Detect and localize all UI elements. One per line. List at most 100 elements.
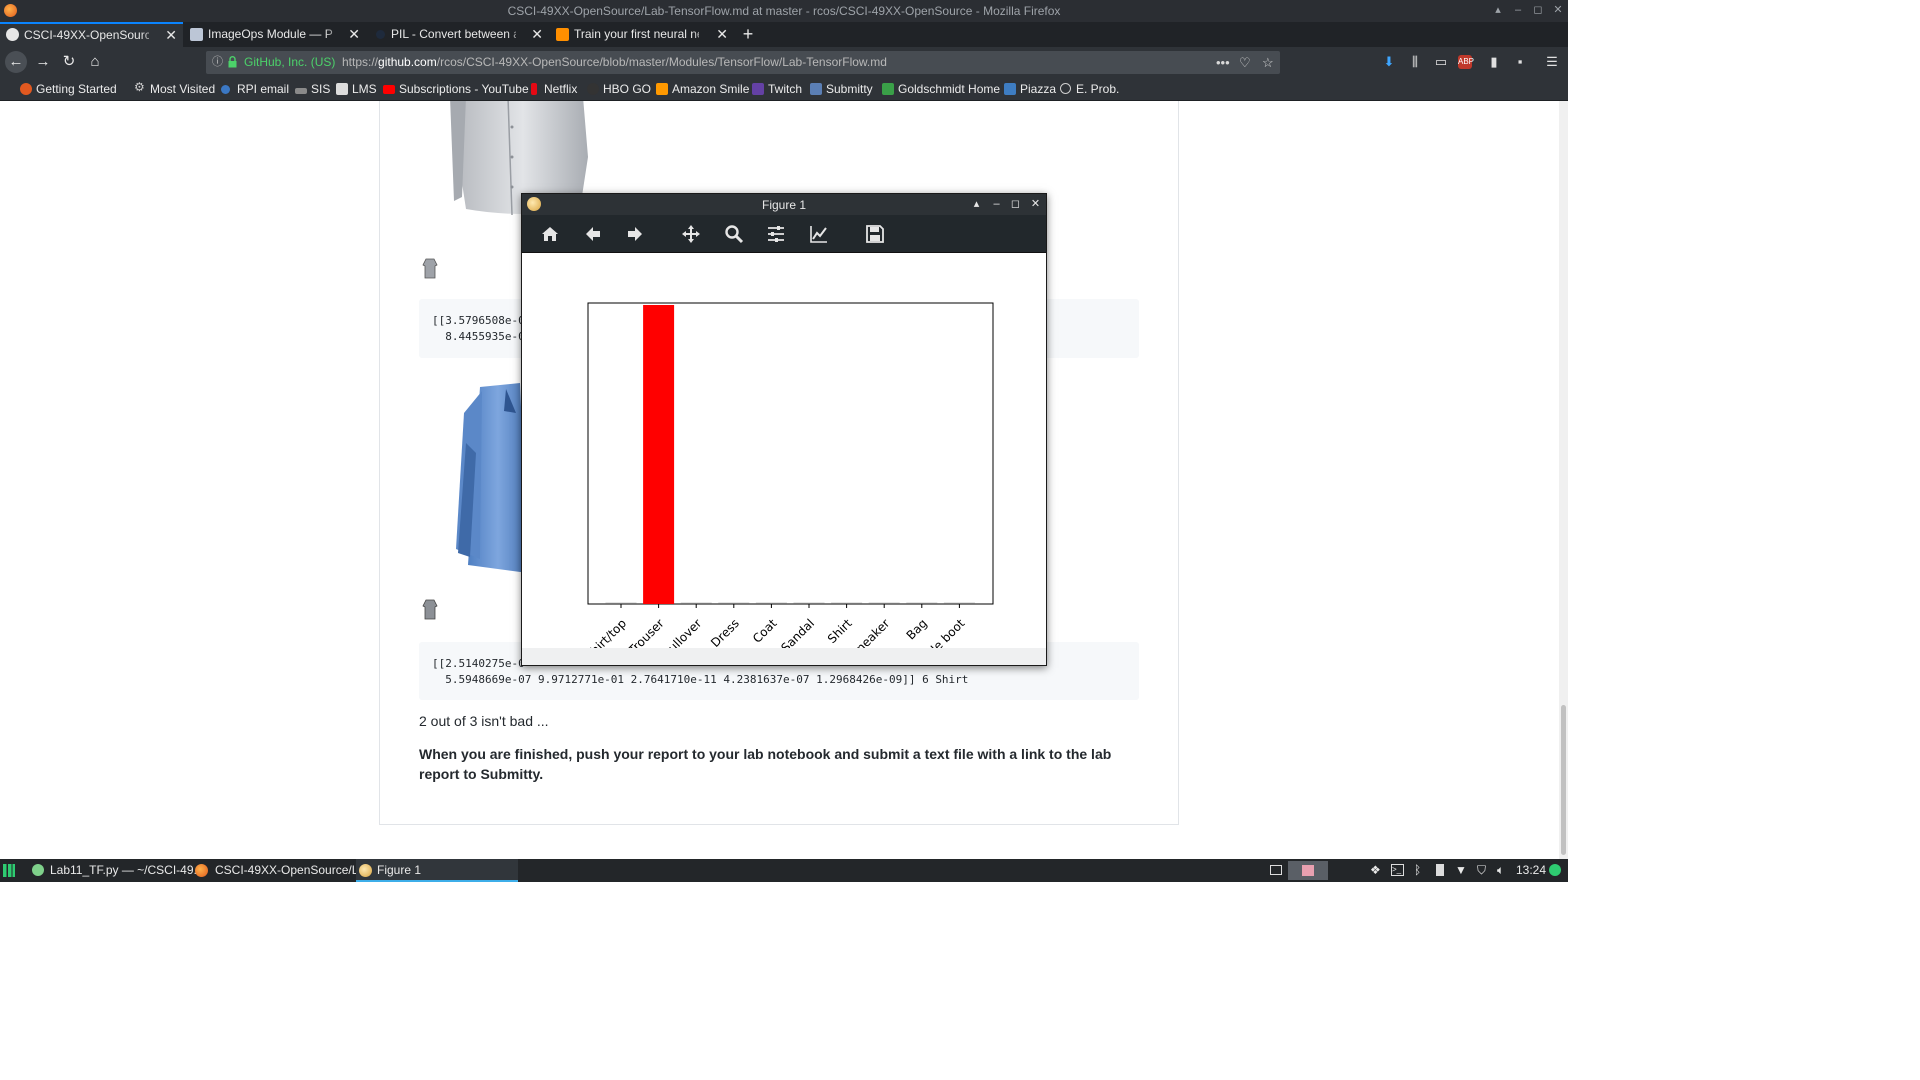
x-tick-label: Sandal xyxy=(778,616,817,648)
pan-icon[interactable] xyxy=(681,224,701,244)
paragraph-instructions: When you are finished, push your report … xyxy=(419,746,1112,782)
bookmark-hbo-go[interactable]: HBO GO xyxy=(587,82,651,96)
tab-pil-convert[interactable]: PIL - Convert between a Pi ✕ xyxy=(367,22,549,47)
stackoverflow-icon xyxy=(376,30,385,39)
figure-close-icon[interactable]: ✕ xyxy=(1028,196,1043,212)
subplots-icon[interactable] xyxy=(766,224,786,244)
forward-arrow-icon[interactable] xyxy=(625,224,645,244)
tab-github-lab[interactable]: CSCI-49XX-OpenSource/La ✕ xyxy=(0,22,183,47)
updates-icon[interactable] xyxy=(1549,864,1561,876)
app-launcher-icon[interactable] xyxy=(3,864,15,877)
tab-imageops[interactable]: ImageOps Module — Pillo ✕ xyxy=(184,22,366,47)
window-shade-icon[interactable]: ▴ xyxy=(1490,2,1506,18)
sidebar-icon[interactable]: ▭ xyxy=(1432,53,1450,71)
bookmark-youtube[interactable]: Subscriptions - YouTube xyxy=(383,82,529,96)
security-icon[interactable]: ⛉ xyxy=(1477,863,1486,878)
library-icon[interactable]: ⫼ xyxy=(1406,53,1424,71)
bookmark-e-prob[interactable]: E. Prob. xyxy=(1060,82,1119,96)
firefox-icon xyxy=(195,864,208,877)
scrollbar-thumb[interactable] xyxy=(1561,705,1566,855)
site-identity[interactable]: GitHub, Inc. (US) xyxy=(244,51,335,74)
bookmark-sis[interactable]: SIS xyxy=(295,82,330,96)
bookmark-lms[interactable]: LMS xyxy=(336,82,377,96)
back-button[interactable]: ← xyxy=(5,51,27,73)
adblock-icon[interactable]: ABP xyxy=(1458,55,1474,69)
bluetooth-icon[interactable]: ᛒ xyxy=(1414,863,1421,877)
url-bar[interactable]: ⓘ GitHub, Inc. (US) https://github.com/r… xyxy=(206,51,1280,74)
pager-widget[interactable] xyxy=(1288,861,1328,880)
figure-maximize-icon[interactable]: ◻ xyxy=(1008,196,1023,212)
window-close-icon[interactable]: ✕ xyxy=(1550,2,1566,18)
figure-titlebar[interactable]: Figure 1 ▴ – ◻ ✕ xyxy=(522,194,1046,215)
bar-chart: T-shirt/topTrouserPullover Dress CoatSanda… xyxy=(575,302,994,672)
tab-train-neural-net[interactable]: Train your first neural netw ✕ xyxy=(550,22,734,47)
volume-icon[interactable]: 🔈︎ xyxy=(1497,863,1504,878)
desktop-switcher-icon[interactable] xyxy=(1270,865,1282,875)
close-tab-icon[interactable]: ✕ xyxy=(716,22,728,47)
bookmark-netflix[interactable]: Netflix xyxy=(528,82,577,96)
bookmark-goldschmidt-home[interactable]: Goldschmidt Home xyxy=(882,82,1000,96)
figure-minimize-icon[interactable]: – xyxy=(989,196,1004,212)
edit-axes-icon[interactable] xyxy=(809,224,829,244)
reader-icon[interactable]: ▮ xyxy=(1485,53,1503,71)
bookmarks-bar: Getting Started ⚙ Most Visited RPI email … xyxy=(0,78,1568,101)
figure-shade-icon[interactable]: ▴ xyxy=(969,196,984,212)
figure-canvas[interactable]: T-shirt/top Trouser Pullover Dress Coat Sanda… xyxy=(522,253,1046,672)
back-arrow-icon[interactable] xyxy=(583,224,603,244)
page-actions-icon[interactable]: ••• xyxy=(1216,51,1230,74)
taskbar-item-figure[interactable]: Figure 1 xyxy=(356,859,518,882)
tensorflow-icon xyxy=(556,28,569,41)
tab-strip: CSCI-49XX-OpenSource/La ✕ ImageOps Modul… xyxy=(0,22,1568,47)
close-tab-icon[interactable]: ✕ xyxy=(531,22,543,47)
bookmark-rpi-email[interactable]: RPI email xyxy=(221,82,289,96)
zoom-icon[interactable] xyxy=(724,224,744,244)
new-tab-button[interactable]: + xyxy=(740,22,756,47)
close-tab-icon[interactable]: ✕ xyxy=(165,24,177,46)
network-icon[interactable]: ▼ xyxy=(1455,863,1467,877)
extension-icon[interactable]: ▪ xyxy=(1511,53,1529,71)
x-tick-label: Bag xyxy=(904,616,930,642)
taskbar: Lab11_TF.py — ~/CSCI-49... CSCI-49XX-Ope… xyxy=(0,859,1568,882)
home-icon[interactable] xyxy=(540,224,560,244)
bar-ankle-boot xyxy=(943,602,975,604)
lock-icon xyxy=(228,56,237,68)
shirt-thumbnail xyxy=(422,599,438,620)
terminal-icon[interactable]: >_ xyxy=(1391,864,1404,876)
taskbar-item-editor[interactable]: Lab11_TF.py — ~/CSCI-49... xyxy=(30,859,204,882)
dropbox-icon[interactable]: ❖ xyxy=(1370,863,1381,877)
bookmark-getting-started[interactable]: Getting Started xyxy=(20,82,117,96)
menu-icon[interactable]: ☰ xyxy=(1543,53,1561,71)
reload-button[interactable]: ↻ xyxy=(58,51,80,73)
url-text[interactable]: https://github.com/rcos/CSCI-49XX-OpenSo… xyxy=(342,51,887,74)
downloads-icon[interactable]: ⬇ xyxy=(1380,53,1398,71)
tab-label: PIL - Convert between a Pi xyxy=(391,27,516,41)
window-maximize-icon[interactable]: ◻ xyxy=(1530,2,1546,18)
taskbar-item-firefox[interactable]: CSCI-49XX-OpenSource/L... xyxy=(193,859,368,882)
bar-dress xyxy=(718,602,750,604)
bookmark-star-icon[interactable]: ☆ xyxy=(1262,51,1274,74)
clock[interactable]: 13:24 xyxy=(1516,863,1546,877)
x-tick-label: Coat xyxy=(750,616,780,646)
bookmark-twitch[interactable]: Twitch xyxy=(752,82,802,96)
bookmark-piazza[interactable]: Piazza xyxy=(1004,82,1056,96)
window-minimize-icon[interactable]: – xyxy=(1510,2,1526,18)
clipboard-icon[interactable] xyxy=(1436,864,1444,876)
save-icon[interactable] xyxy=(865,224,885,244)
x-tick-label: Dress xyxy=(708,616,742,648)
figure-window[interactable]: Figure 1 ▴ – ◻ ✕ T-shirt/top Trouser Pullo… xyxy=(521,193,1047,672)
forward-button[interactable]: → xyxy=(32,51,54,73)
close-tab-icon[interactable]: ✕ xyxy=(348,22,360,47)
docs-icon xyxy=(190,28,203,41)
pocket-icon[interactable]: ♡ xyxy=(1239,51,1251,74)
info-icon[interactable]: ⓘ xyxy=(212,51,223,74)
home-button[interactable]: ⌂ xyxy=(84,51,106,73)
bookmark-amazon-smile[interactable]: Amazon Smile xyxy=(656,82,749,96)
bar-bag xyxy=(906,602,938,604)
bookmark-most-visited[interactable]: ⚙ Most Visited xyxy=(134,80,215,96)
page-scrollbar[interactable] xyxy=(1559,101,1568,859)
tab-label: Train your first neural netw xyxy=(574,27,699,41)
x-tick-label: T-shirt/top xyxy=(575,616,629,648)
window-titlebar: CSCI-49XX-OpenSource/Lab-TensorFlow.md a… xyxy=(0,0,1568,22)
bar-trouser xyxy=(643,305,675,604)
bookmark-submitty[interactable]: Submitty xyxy=(810,82,873,96)
